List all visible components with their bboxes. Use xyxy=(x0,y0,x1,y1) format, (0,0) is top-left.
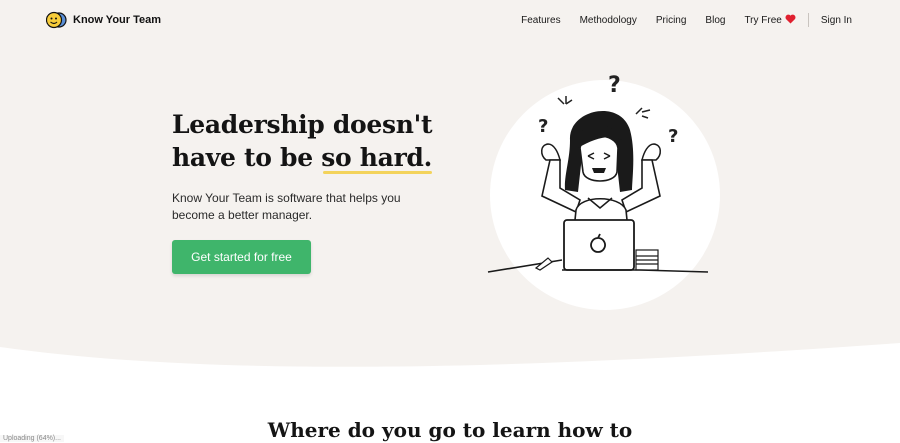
svg-text:?: ? xyxy=(608,73,621,98)
headline-line-1: Leadership doesn't xyxy=(172,110,433,139)
hero-subtext: Know Your Team is software that helps yo… xyxy=(172,191,401,222)
smiley-logo-icon xyxy=(46,11,67,29)
stressed-manager-illustration: ? ? ? xyxy=(487,73,720,310)
main-nav: Features Methodology Pricing Blog Try Fr… xyxy=(521,13,852,27)
svg-text:?: ? xyxy=(668,126,678,147)
brand-name: Know Your Team xyxy=(73,14,162,26)
hero-wave-divider xyxy=(0,343,900,375)
svg-text:?: ? xyxy=(538,116,548,137)
nav-blog[interactable]: Blog xyxy=(705,15,725,26)
nav-features[interactable]: Features xyxy=(521,15,560,26)
hero-section xyxy=(0,0,900,370)
nav-divider xyxy=(807,13,809,27)
nav-try-free[interactable]: Try Free xyxy=(744,14,796,26)
nav-methodology[interactable]: Methodology xyxy=(580,15,637,26)
nav-try-free-label: Try Free xyxy=(744,15,782,26)
headline-line-2a: have to be xyxy=(172,143,322,172)
brand-logo[interactable]: Know Your Team xyxy=(46,11,161,29)
section-heading: Where do you go to learn how to xyxy=(267,418,633,442)
nav-sign-in[interactable]: Sign In xyxy=(821,15,852,26)
upload-status: Uploading (64%)... xyxy=(0,435,64,442)
nav-pricing[interactable]: Pricing xyxy=(656,15,687,26)
heart-icon xyxy=(785,14,796,24)
get-started-button[interactable]: Get started for free xyxy=(172,240,311,274)
headline-highlight: so hard. xyxy=(321,143,433,174)
hero-headline: Leadership doesn't have to be so hard. xyxy=(172,108,433,174)
